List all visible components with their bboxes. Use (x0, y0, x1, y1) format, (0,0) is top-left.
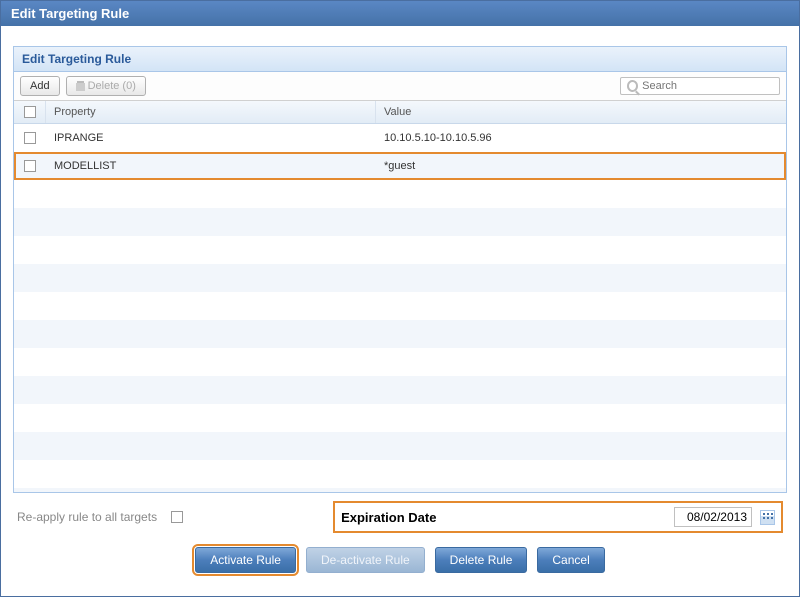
panel-title: Edit Targeting Rule (14, 47, 786, 72)
cell-property: MODELLIST (46, 155, 376, 177)
table-row-empty (14, 348, 786, 376)
table-row[interactable]: MODELLIST *guest (14, 152, 786, 180)
search-box[interactable] (620, 77, 780, 95)
header-value[interactable]: Value (376, 101, 786, 123)
footer-row: Re-apply rule to all targets Expiration … (13, 493, 787, 539)
table-row-empty (14, 488, 786, 492)
trash-icon (76, 81, 85, 91)
table-row-empty (14, 404, 786, 432)
reapply-label: Re-apply rule to all targets (17, 510, 157, 524)
table-row-empty (14, 208, 786, 236)
delete-button-label: Delete (0) (88, 80, 136, 92)
grid-header: Property Value (14, 101, 786, 124)
cell-value: 10.10.5.10-10.10.5.96 (376, 127, 786, 149)
button-row: Activate Rule De-activate Rule Delete Ru… (13, 539, 787, 573)
row-checkbox[interactable] (24, 132, 36, 144)
select-all-cell[interactable] (14, 101, 46, 123)
delete-rule-button[interactable]: Delete Rule (435, 547, 528, 573)
table-row-empty (14, 376, 786, 404)
table-row-empty (14, 264, 786, 292)
table-row-empty (14, 292, 786, 320)
table-row-empty (14, 180, 786, 208)
cancel-button[interactable]: Cancel (537, 547, 604, 573)
delete-button: Delete (0) (66, 76, 146, 96)
deactivate-rule-button: De-activate Rule (306, 547, 425, 573)
table-row[interactable]: IPRANGE 10.10.5.10-10.10.5.96 (14, 124, 786, 152)
search-icon (627, 80, 638, 92)
search-input[interactable] (642, 80, 773, 92)
grid-body: IPRANGE 10.10.5.10-10.10.5.96 MODELLIST … (14, 124, 786, 492)
reapply-checkbox[interactable] (171, 511, 183, 523)
calendar-icon[interactable] (760, 510, 775, 525)
activate-rule-button[interactable]: Activate Rule (195, 547, 296, 573)
content-area: Edit Targeting Rule Add Delete (0) Prope… (1, 26, 799, 581)
table-row-empty (14, 236, 786, 264)
header-property[interactable]: Property (46, 101, 376, 123)
row-checkbox[interactable] (24, 160, 36, 172)
targeting-rule-panel: Edit Targeting Rule Add Delete (0) Prope… (13, 46, 787, 493)
toolbar: Add Delete (0) (14, 72, 786, 101)
expiration-label: Expiration Date (341, 510, 666, 525)
cell-value: *guest (376, 155, 786, 177)
table-row-empty (14, 432, 786, 460)
add-button[interactable]: Add (20, 76, 60, 96)
select-all-checkbox[interactable] (24, 106, 36, 118)
expiration-date-input[interactable] (674, 507, 752, 527)
expiration-group: Expiration Date (333, 501, 783, 533)
table-row-empty (14, 320, 786, 348)
table-row-empty (14, 460, 786, 488)
window-title: Edit Targeting Rule (11, 6, 129, 21)
cell-property: IPRANGE (46, 127, 376, 149)
titlebar: Edit Targeting Rule (1, 1, 799, 26)
dialog-window: Edit Targeting Rule Edit Targeting Rule … (0, 0, 800, 597)
